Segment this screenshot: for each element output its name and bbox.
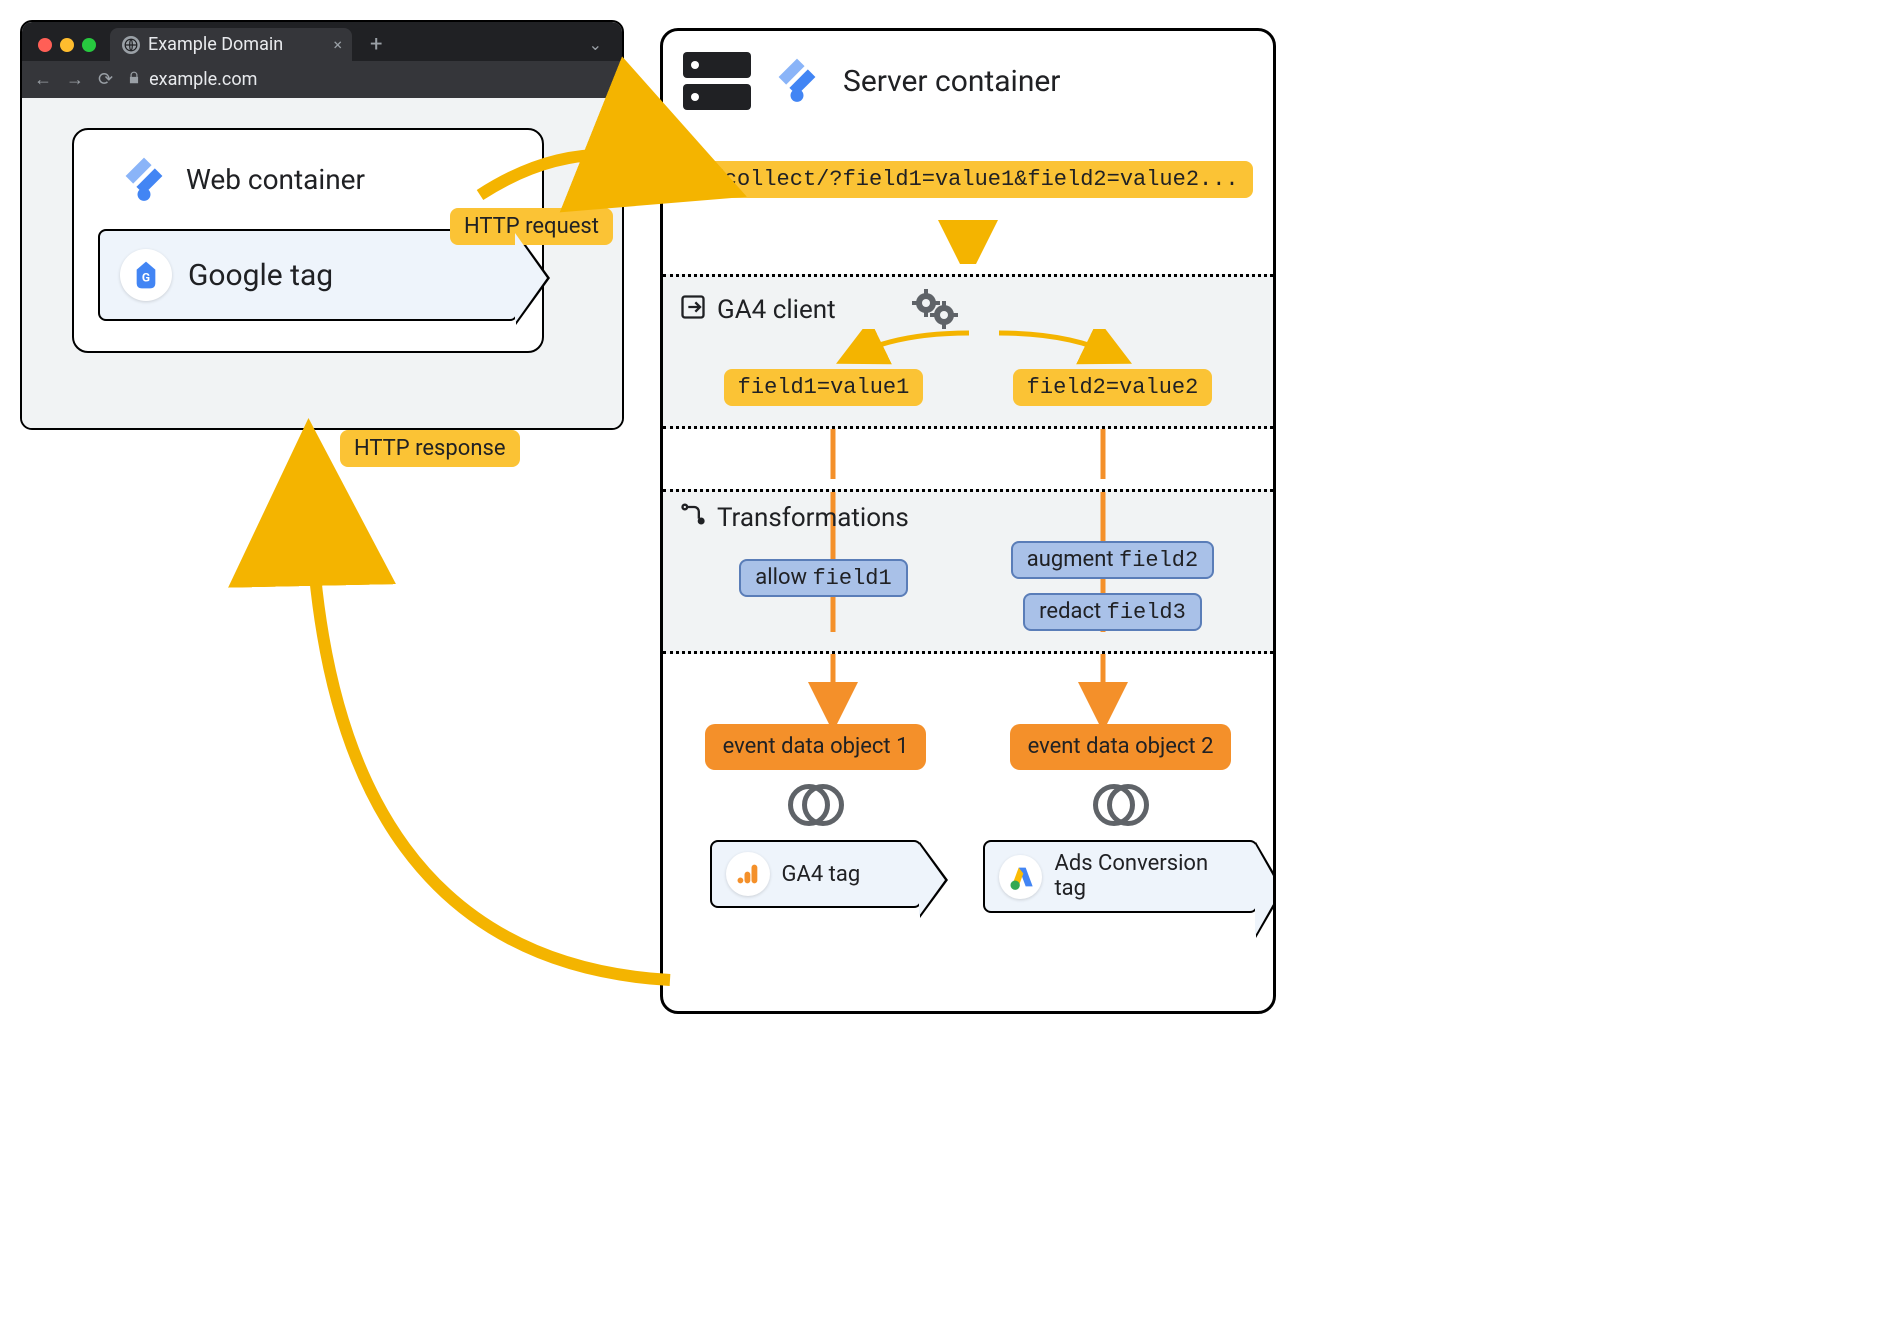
window-controls	[32, 34, 102, 56]
ads-tag-label: Ads Conversion tag	[1054, 852, 1241, 900]
collect-url-label: g/collect/?field1=value1&field2=value2..…	[683, 161, 1252, 198]
back-icon: ←	[34, 69, 52, 90]
server-icon	[683, 52, 751, 110]
address-bar: example.com	[127, 69, 257, 90]
tab-title: Example Domain	[148, 34, 283, 55]
transformations-section: Transformations allow field1 augment fie…	[663, 489, 1273, 654]
event-data-object-2: event data object 2	[1010, 724, 1232, 770]
minimize-window-icon	[60, 38, 74, 52]
lock-icon	[127, 69, 141, 90]
ads-conversion-tag-chip: Ads Conversion tag	[983, 840, 1258, 912]
maximize-window-icon	[82, 38, 96, 52]
input-arrow-icon	[679, 293, 707, 328]
event-data-object-1: event data object 1	[705, 724, 927, 770]
server-container-panel: Server container g/collect/?field1=value…	[660, 28, 1276, 1014]
forward-icon: →	[66, 69, 84, 90]
transform-redact-chip: redact field3	[1023, 593, 1202, 631]
svg-text:G: G	[142, 271, 150, 285]
field1-chip: field1=value1	[724, 369, 924, 406]
gtag-icon: G	[120, 249, 172, 301]
google-tag-label: Google tag	[188, 258, 333, 293]
http-response-label: HTTP response	[340, 430, 520, 467]
server-container-title: Server container	[843, 64, 1060, 99]
browser-tab: Example Domain ×	[110, 28, 352, 61]
ga4-client-section: GA4 client	[663, 274, 1273, 429]
google-ads-icon	[999, 855, 1042, 899]
globe-icon	[122, 36, 140, 54]
ga4-client-title: GA4 client	[717, 295, 836, 325]
ga4-tag-chip: GA4 tag	[710, 840, 922, 908]
transformations-title: Transformations	[717, 503, 909, 533]
browser-chrome: Example Domain × + ⌄ ← → ⟳ example.com	[22, 22, 622, 98]
close-window-icon	[38, 38, 52, 52]
link-icon	[788, 784, 844, 826]
ga4-tag-label: GA4 tag	[782, 862, 861, 887]
gtm-logo-icon	[118, 150, 170, 209]
web-container-title: Web container	[186, 163, 365, 196]
close-tab-icon: ×	[333, 35, 342, 54]
link-icon	[1093, 784, 1149, 826]
address-text: example.com	[149, 69, 257, 90]
route-icon	[679, 500, 707, 535]
reload-icon: ⟳	[98, 69, 113, 90]
transform-allow-chip: allow field1	[739, 559, 907, 597]
transform-augment-chip: augment field2	[1011, 541, 1214, 579]
gtm-logo-icon	[771, 51, 823, 111]
tabs-dropdown-icon: ⌄	[589, 35, 612, 54]
new-tab-icon: +	[360, 32, 392, 57]
ga4-icon	[726, 852, 770, 896]
field2-chip: field2=value2	[1013, 369, 1213, 406]
gears-icon	[906, 285, 966, 335]
